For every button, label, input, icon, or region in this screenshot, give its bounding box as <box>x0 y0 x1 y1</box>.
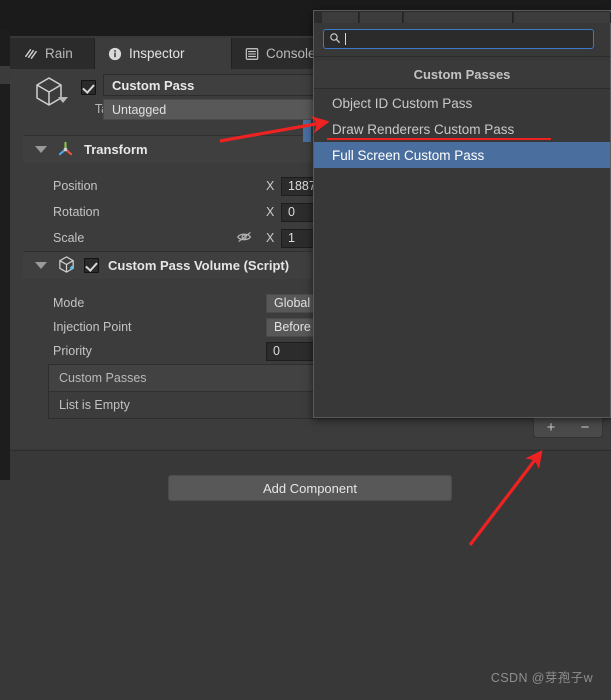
list-add-remove-buttons: + − <box>533 417 603 438</box>
custom-passes-popup: Custom Passes Object ID Custom Pass Draw… <box>313 10 611 418</box>
popup-item-label: Full Screen Custom Pass <box>332 147 485 163</box>
remove-pass-button[interactable]: − <box>581 420 590 435</box>
ghost-tab-3 <box>404 12 513 23</box>
foldout-triangle-icon[interactable] <box>35 262 47 269</box>
popup-item-label: Object ID Custom Pass <box>332 95 473 111</box>
gameobject-name-value: Custom Pass <box>112 77 195 93</box>
annotation-underline <box>327 138 551 140</box>
custom-pass-volume-enabled-checkbox[interactable] <box>84 258 99 273</box>
transform-title: Transform <box>84 142 148 157</box>
tab-inspector[interactable]: Inspector <box>95 38 232 69</box>
custom-passes-list-footer: + − <box>48 417 611 441</box>
scale-x-axis-label: X <box>266 231 275 245</box>
link-broken-icon[interactable] <box>236 229 254 248</box>
position-label: Position <box>53 179 98 193</box>
left-edge-strip <box>0 30 10 480</box>
mode-value: Global <box>274 296 311 310</box>
watermark: CSDN @芽孢子w <box>490 671 593 685</box>
script-cube-icon <box>57 255 76 277</box>
rotation-x-axis-label: X <box>266 205 275 219</box>
left-edge-highlight <box>0 66 10 84</box>
add-component-button[interactable]: Add Component <box>168 475 452 501</box>
priority-value: 0 <box>273 344 280 358</box>
tag-value: Untagged <box>112 102 167 117</box>
add-pass-button[interactable]: + <box>547 420 556 435</box>
foldout-triangle-icon[interactable] <box>35 146 47 153</box>
popup-title: Custom Passes <box>314 61 610 88</box>
gameobject-enabled-checkbox[interactable] <box>81 80 96 95</box>
custom-pass-volume-title: Custom Pass Volume (Script) <box>108 258 290 273</box>
vertical-scrollbar-thumb[interactable] <box>303 120 311 142</box>
popup-search-area <box>314 23 610 55</box>
lower-pane: Add Component CSDN @芽孢子w <box>10 451 611 700</box>
rotation-label: Rotation <box>53 205 100 219</box>
rotation-x-value: 0 <box>288 205 295 219</box>
transform-axis-icon <box>57 140 74 160</box>
console-icon <box>245 47 259 61</box>
unity-editor-window: Rain Inspector Console Custom Pass Untag… <box>0 0 611 700</box>
scale-x-value: 1 <box>288 231 295 245</box>
tab-rain-label: Rain <box>45 46 73 61</box>
popup-item-label: Draw Renderers Custom Pass <box>332 121 515 137</box>
mode-label: Mode <box>53 296 85 310</box>
position-x-value: 1887 <box>288 179 316 193</box>
ghost-tab-4 <box>514 12 611 23</box>
ghost-tab-2 <box>360 12 403 23</box>
scale-label: Scale <box>53 231 85 245</box>
injection-point-value: Before <box>274 320 311 334</box>
custom-passes-list-empty-label: List is Empty <box>59 398 130 412</box>
search-input[interactable] <box>323 29 594 49</box>
popup-ghost-toolbar <box>314 11 611 23</box>
popup-title-label: Custom Passes <box>413 67 511 82</box>
ghost-tab-1 <box>322 12 359 23</box>
info-icon <box>108 47 122 61</box>
priority-label: Priority <box>53 344 92 358</box>
position-x-axis-label: X <box>266 179 275 193</box>
tab-inspector-label: Inspector <box>129 46 185 61</box>
divider <box>314 88 610 89</box>
tab-console-label: Console <box>266 46 316 61</box>
add-component-label: Add Component <box>263 480 357 496</box>
custom-passes-list-header-label: Custom Passes <box>59 371 147 385</box>
popup-item-full-screen-custom-pass[interactable]: Full Screen Custom Pass <box>314 142 610 168</box>
text-cursor <box>345 33 346 45</box>
tab-rain[interactable]: Rain <box>10 38 95 69</box>
search-icon <box>329 32 341 47</box>
popup-item-object-id-custom-pass[interactable]: Object ID Custom Pass <box>314 90 610 116</box>
rain-icon <box>23 46 38 61</box>
injection-point-label: Injection Point <box>53 320 132 334</box>
divider <box>314 56 610 57</box>
